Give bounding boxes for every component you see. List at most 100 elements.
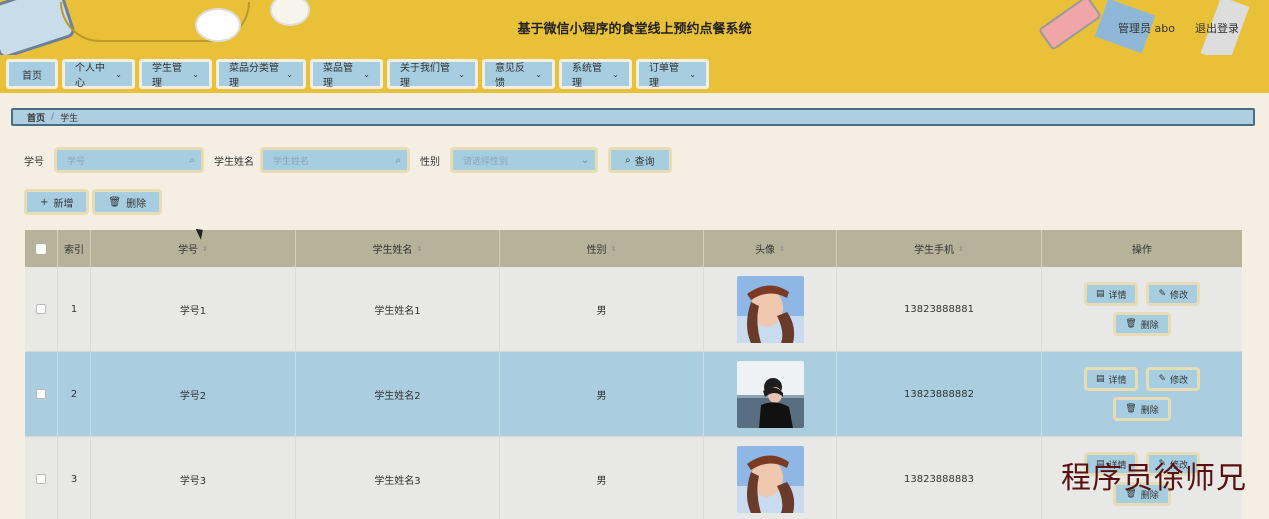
nav-label: 订单管理 bbox=[649, 63, 679, 89]
nav-item-system-management[interactable]: 系统管理 ⌄ bbox=[559, 59, 632, 89]
chevron-down-icon: ⌄ bbox=[458, 69, 465, 79]
sort-icon[interactable]: ⇕ bbox=[611, 245, 617, 253]
student-name-input[interactable]: 学生姓名 ⌕ bbox=[260, 147, 410, 173]
breadcrumb-current: 学生 bbox=[60, 113, 79, 124]
header-label: 性别 bbox=[586, 245, 607, 256]
search-icon: ⌕ bbox=[395, 154, 401, 166]
row-checkbox[interactable] bbox=[36, 304, 46, 314]
column-header-student-name[interactable]: 学生姓名 ⇕ bbox=[296, 230, 500, 267]
student-name-cell: 学生姓名1 bbox=[296, 267, 500, 351]
row-checkbox[interactable] bbox=[36, 389, 46, 399]
student-id-cell: 学号2 bbox=[91, 352, 296, 436]
chevron-down-icon: ⌄ bbox=[689, 69, 696, 79]
nav-item-dish-category-management[interactable]: 菜品分类管理 ⌄ bbox=[216, 59, 306, 89]
gender-placeholder: 请选择性别 bbox=[463, 156, 509, 167]
nav-label: 个人中心 bbox=[75, 63, 105, 89]
table-row[interactable]: 3 学号3 学生姓名3 男 13823888883 ▤ 详情 ✎ 修改 🗑 删除 bbox=[25, 437, 1242, 519]
header-label: 索引 bbox=[64, 245, 84, 256]
row-checkbox[interactable] bbox=[36, 474, 46, 484]
edit-button[interactable]: ✎ 修改 bbox=[1146, 282, 1201, 306]
index-cell: 1 bbox=[58, 267, 91, 351]
column-header-actions: 操作 bbox=[1042, 230, 1242, 267]
row-checkbox-cell bbox=[25, 267, 58, 351]
actions-cell: ▤ 详情 ✎ 修改 🗑 删除 bbox=[1042, 352, 1242, 436]
top-nav: 首页 个人中心 ⌄ 学生管理 ⌄ 菜品分类管理 ⌄ 菜品管理 ⌄ 关于我们管理 ⌄ 意见反… bbox=[0, 55, 1269, 93]
actions-cell: ▤ 详情 ✎ 修改 🗑 删除 bbox=[1042, 267, 1242, 351]
avatar-cell bbox=[704, 267, 837, 351]
admin-user-label: 管理员 abo bbox=[1118, 22, 1175, 35]
delete-label: 删除 bbox=[1140, 320, 1159, 331]
nav-label: 首页 bbox=[22, 70, 42, 82]
breadcrumb-separator: / bbox=[51, 112, 55, 122]
table-row[interactable]: 2 学号2 学生姓名2 男 13823888882 ▤ 详情 ✎ 修改 🗑 删除 bbox=[25, 352, 1242, 437]
sort-icon[interactable]: ⇕ bbox=[202, 245, 208, 253]
student-name-placeholder: 学生姓名 bbox=[273, 156, 310, 167]
watermark: 程序员徐师兄 bbox=[1061, 461, 1247, 496]
batch-delete-button[interactable]: 🗑 删除 bbox=[92, 189, 163, 215]
gender-select[interactable]: 请选择性别 ⌄ bbox=[450, 147, 598, 173]
add-button[interactable]: + 新增 bbox=[24, 189, 90, 215]
sort-icon[interactable]: ⇕ bbox=[417, 245, 423, 253]
gender-cell: 男 bbox=[500, 352, 704, 436]
avatar bbox=[736, 275, 804, 343]
nav-item-dish-management[interactable]: 菜品管理 ⌄ bbox=[310, 59, 383, 89]
student-name-cell: 学生姓名3 bbox=[296, 437, 500, 519]
student-name-cell: 学生姓名2 bbox=[296, 352, 500, 436]
query-button[interactable]: ⌕ 查询 bbox=[608, 147, 672, 173]
delete-label: 删除 bbox=[126, 198, 147, 210]
student-id-cell: 学号1 bbox=[91, 267, 296, 351]
logout-link[interactable]: 退出登录 bbox=[1195, 20, 1239, 36]
header-label: 头像 bbox=[755, 245, 776, 256]
nav-item-student-management[interactable]: 学生管理 ⌄ bbox=[139, 59, 212, 89]
detail-icon: ▤ bbox=[1095, 374, 1105, 384]
delete-button[interactable]: 🗑 删除 bbox=[1113, 397, 1171, 421]
nav-item-home[interactable]: 首页 bbox=[6, 59, 58, 89]
trash-icon: 🗑 bbox=[1125, 319, 1137, 329]
header: 基于微信小程序的食堂线上预约点餐系统 管理员 abo 退出登录 bbox=[0, 0, 1269, 55]
chevron-down-icon: ⌄ bbox=[535, 69, 542, 79]
avatar bbox=[736, 360, 804, 428]
student-id-input[interactable]: 学号 ⌕ bbox=[54, 147, 204, 173]
edit-button[interactable]: ✎ 修改 bbox=[1146, 367, 1201, 391]
select-all-checkbox[interactable] bbox=[36, 243, 46, 254]
sort-icon[interactable]: ⇕ bbox=[958, 245, 964, 253]
avatar-cell bbox=[704, 352, 837, 436]
gender-cell: 男 bbox=[500, 437, 704, 519]
chevron-down-icon: ⌄ bbox=[286, 69, 293, 79]
sort-icon[interactable]: ⇕ bbox=[779, 245, 785, 253]
nav-item-feedback[interactable]: 意见反馈 ⌄ bbox=[482, 59, 555, 89]
student-id-label: 学号 bbox=[24, 156, 44, 168]
column-header-avatar[interactable]: 头像 ⇕ bbox=[704, 230, 837, 267]
nav-item-about-us-management[interactable]: 关于我们管理 ⌄ bbox=[387, 59, 478, 89]
detail-button[interactable]: ▤ 详情 bbox=[1083, 282, 1139, 306]
trash-icon: 🗑 bbox=[1125, 404, 1137, 414]
delete-button[interactable]: 🗑 删除 bbox=[1113, 312, 1171, 336]
detail-label: 详情 bbox=[1108, 290, 1127, 301]
phone-cell: 13823888881 bbox=[837, 267, 1042, 351]
column-header-phone[interactable]: 学生手机 ⇕ bbox=[837, 230, 1042, 267]
detail-label: 详情 bbox=[1108, 375, 1127, 386]
detail-button[interactable]: ▤ 详情 bbox=[1083, 367, 1139, 391]
breadcrumb: 首页 / 学生 bbox=[11, 108, 1255, 126]
chevron-down-icon: ⌄ bbox=[115, 69, 122, 79]
nav-label: 系统管理 bbox=[572, 63, 602, 89]
nav-item-personal-center[interactable]: 个人中心 ⌄ bbox=[62, 59, 135, 89]
column-header-student-id[interactable]: 学号 ⇕ bbox=[91, 230, 296, 267]
table-header: 索引 学号 ⇕ 学生姓名 ⇕ 性别 ⇕ 头像 ⇕ 学生手机 ⇕ 操作 bbox=[25, 230, 1242, 267]
index-cell: 2 bbox=[58, 352, 91, 436]
edit-label: 修改 bbox=[1170, 290, 1189, 301]
breadcrumb-home[interactable]: 首页 bbox=[27, 111, 45, 124]
column-header-gender[interactable]: 性别 ⇕ bbox=[500, 230, 704, 267]
table-row[interactable]: 1 学号1 学生姓名1 男 13823888881 ▤ 详情 ✎ 修改 🗑 删除 bbox=[25, 267, 1242, 352]
header-label: 学生手机 bbox=[914, 245, 955, 256]
nav-label: 菜品分类管理 bbox=[229, 63, 279, 89]
nav-item-order-management[interactable]: 订单管理 ⌄ bbox=[636, 59, 709, 89]
add-label: 新增 bbox=[53, 198, 74, 210]
chevron-down-icon: ⌄ bbox=[363, 69, 370, 79]
chevron-down-icon: ⌄ bbox=[192, 69, 199, 79]
student-id-cell: 学号3 bbox=[91, 437, 296, 519]
avatar-image bbox=[736, 275, 804, 343]
edit-icon: ✎ bbox=[1158, 289, 1167, 299]
gender-label: 性别 bbox=[420, 156, 440, 168]
avatar-image bbox=[736, 360, 804, 428]
